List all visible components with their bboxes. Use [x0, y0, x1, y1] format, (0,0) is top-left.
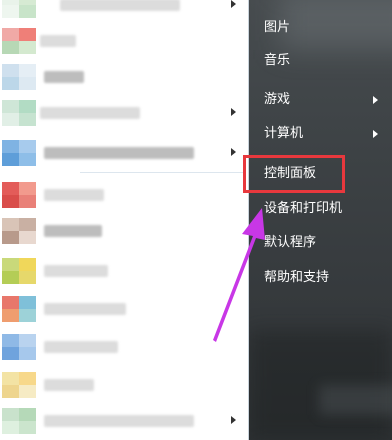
menu-item-pictures[interactable]: 图片	[249, 14, 392, 42]
highlight-box	[243, 155, 345, 193]
program-icon	[2, 64, 36, 90]
submenu-arrow-icon	[373, 96, 378, 104]
program-icon	[2, 258, 36, 284]
menu-item-label: 设备和打印机	[264, 201, 343, 216]
program-item[interactable]	[0, 404, 246, 438]
program-item[interactable]	[0, 292, 246, 326]
program-label	[44, 303, 126, 315]
submenu-arrow-icon	[231, 416, 236, 424]
program-label	[44, 341, 118, 353]
program-icon	[2, 28, 36, 54]
program-label	[44, 379, 94, 391]
program-icon	[2, 0, 36, 18]
list-separator	[80, 172, 246, 173]
menu-item-help-support[interactable]: 帮助和支持	[249, 264, 392, 292]
program-item[interactable]	[0, 178, 246, 212]
program-item[interactable]	[0, 96, 246, 130]
menu-item-computer[interactable]: 计算机	[249, 120, 392, 148]
program-icon	[2, 334, 36, 360]
program-item[interactable]	[0, 254, 246, 288]
program-label	[44, 189, 104, 201]
menu-item-label: 计算机	[264, 126, 304, 141]
submenu-arrow-icon	[231, 0, 236, 8]
program-label	[44, 415, 194, 427]
program-label	[60, 0, 180, 11]
program-icon	[2, 408, 36, 434]
system-links-pane: 图片 音乐 游戏 计算机 控制面板 设备和打印机 默认程序 帮助和支持	[249, 0, 392, 440]
program-icon	[2, 296, 36, 322]
program-icon	[2, 372, 36, 398]
menu-item-label: 图片	[264, 20, 291, 35]
menu-item-label: 默认程序	[264, 235, 317, 250]
program-item[interactable]	[0, 24, 246, 58]
menu-item-devices-printers[interactable]: 设备和打印机	[249, 195, 392, 223]
program-icon	[2, 182, 36, 208]
program-item[interactable]	[0, 330, 246, 364]
program-label	[40, 107, 140, 119]
program-label	[40, 35, 76, 47]
menu-item-label: 游戏	[264, 92, 291, 107]
menu-item-music[interactable]: 音乐	[249, 47, 392, 75]
program-item[interactable]	[0, 214, 246, 248]
program-label	[44, 225, 102, 237]
program-label	[44, 71, 84, 83]
program-icon	[2, 100, 36, 126]
program-label	[44, 265, 108, 277]
program-icon	[2, 140, 36, 166]
program-label	[44, 147, 194, 159]
menu-item-games[interactable]: 游戏	[249, 86, 392, 114]
program-item[interactable]	[0, 0, 246, 22]
menu-item-label: 音乐	[264, 53, 291, 68]
program-item[interactable]	[0, 136, 246, 170]
menu-item-default-programs[interactable]: 默认程序	[249, 229, 392, 257]
program-list	[0, 0, 249, 440]
submenu-arrow-icon	[231, 148, 236, 156]
program-item[interactable]	[0, 60, 246, 94]
menu-item-label: 帮助和支持	[264, 270, 330, 285]
program-item[interactable]	[0, 368, 246, 402]
submenu-arrow-icon	[231, 108, 236, 116]
submenu-arrow-icon	[373, 130, 378, 138]
program-icon	[2, 218, 36, 244]
